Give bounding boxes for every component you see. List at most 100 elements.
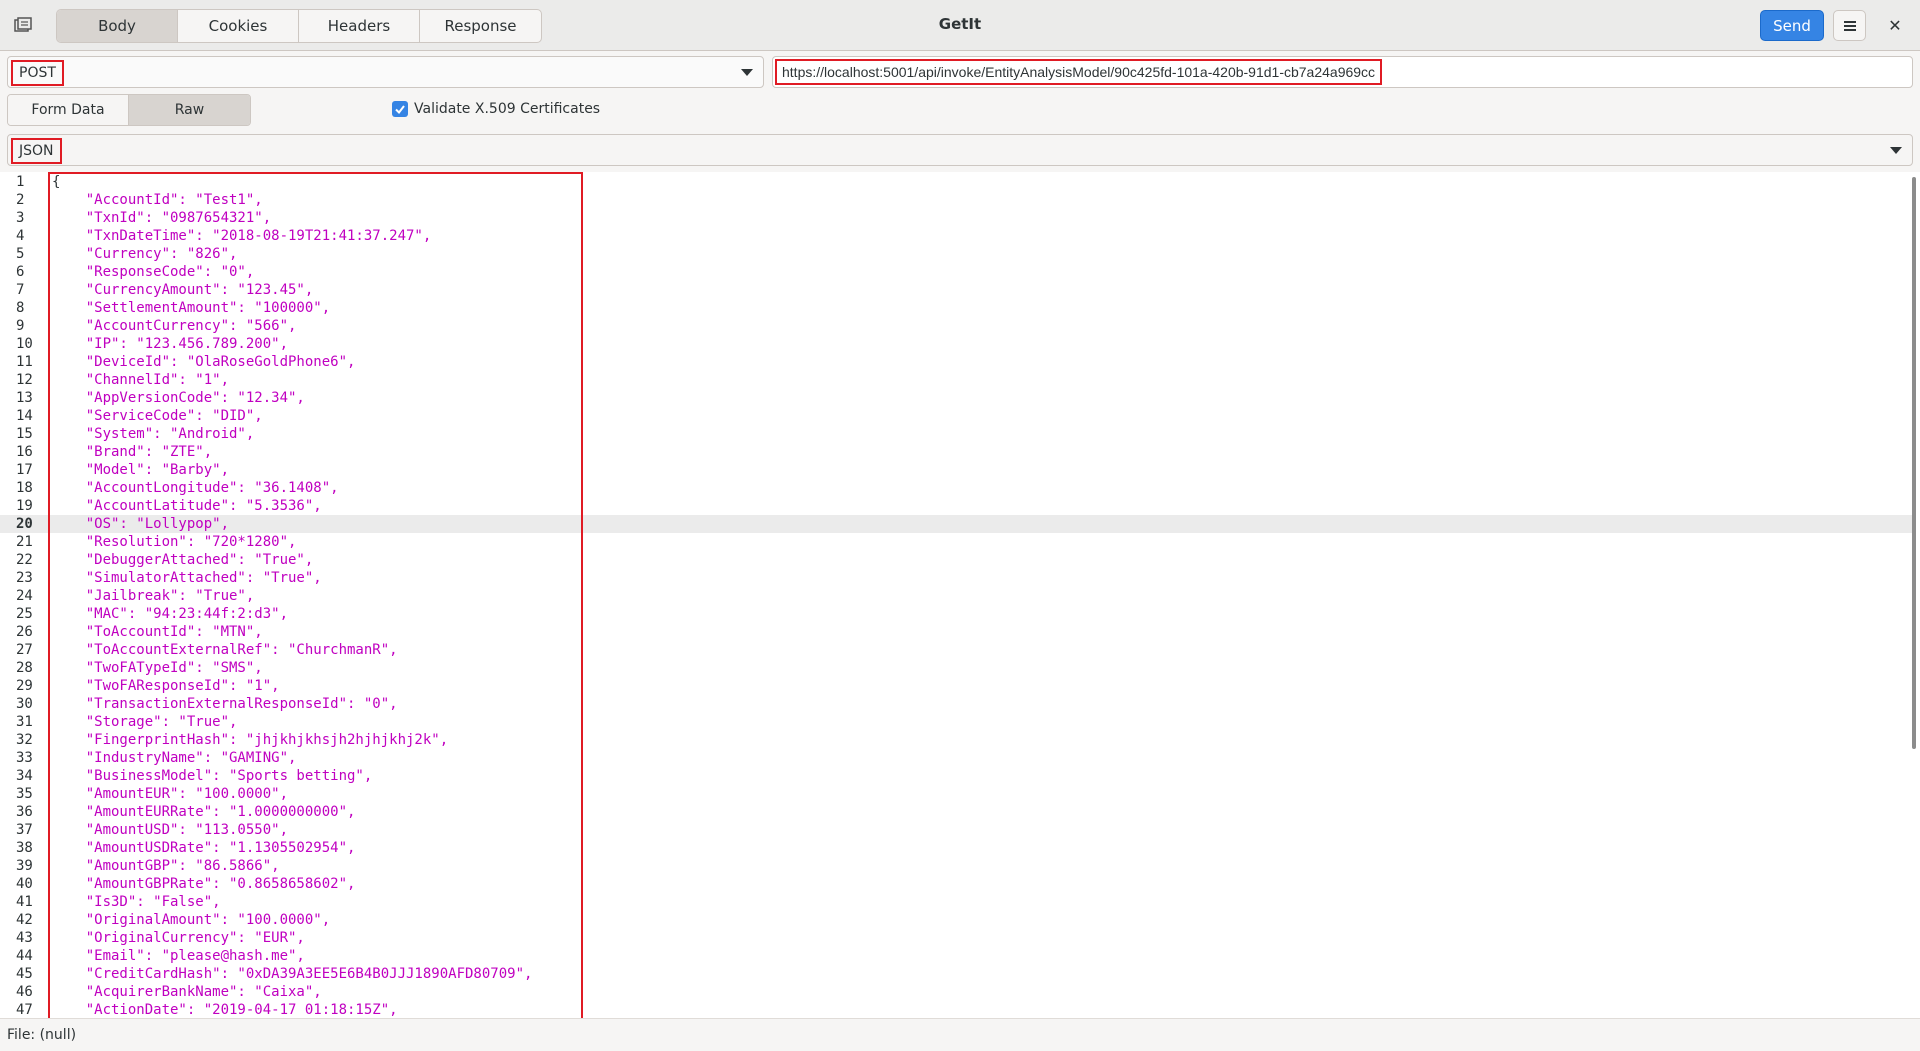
code-text: "ToAccountExternalRef": "ChurchmanR", [52,642,398,658]
editor-line: 18 "AccountLongitude": "36.1408", [0,479,1912,497]
editor-line: 14 "ServiceCode": "DID", [0,407,1912,425]
line-number: 2 [16,192,25,208]
line-number: 6 [16,264,25,280]
code-text: "AmountGBPRate": "0.8658658602", [52,876,356,892]
line-number: 12 [16,372,33,388]
code-text: { [52,174,61,190]
tab-body[interactable]: Body [57,10,178,42]
tab-response[interactable]: Response [420,10,541,42]
line-number: 1 [16,174,25,190]
validate-label: Validate X.509 Certificates [414,101,601,117]
editor-line: 40 "AmountGBPRate": "0.8658658602", [0,875,1912,893]
editor-line: 29 "TwoFAResponseId": "1", [0,677,1912,695]
code-text: "Brand": "ZTE", [52,444,213,460]
editor-line: 34 "BusinessModel": "Sports betting", [0,767,1912,785]
code-text: "AccountId": "Test1", [52,192,263,208]
method-value: POST [11,60,64,86]
tab-headers[interactable]: Headers [299,10,420,42]
editor-line: 25 "MAC": "94:23:44f:2:d3", [0,605,1912,623]
line-number: 34 [16,768,33,784]
code-text: "MAC": "94:23:44f:2:d3", [52,606,289,622]
line-number: 13 [16,390,33,406]
line-number: 47 [16,1002,33,1018]
code-text: "TxnDateTime": "2018-08-19T21:41:37.247"… [52,228,432,244]
format-value: JSON [11,138,62,164]
line-number: 25 [16,606,33,622]
line-number: 31 [16,714,33,730]
send-button[interactable]: Send [1760,10,1824,41]
line-number: 46 [16,984,33,1000]
editor-line: 35 "AmountEUR": "100.0000", [0,785,1912,803]
editor-scrollbar[interactable] [1912,177,1916,749]
editor-line: 26 "ToAccountId": "MTN", [0,623,1912,641]
format-dropdown[interactable]: JSON [7,134,1913,166]
code-text: "OS": "Lollypop", [52,516,230,532]
code-text: "ChannelId": "1", [52,372,230,388]
code-text: "System": "Android", [52,426,255,442]
editor-line: 1{ [0,173,1912,191]
editor-line: 2 "AccountId": "Test1", [0,191,1912,209]
body-type-tabs: Form Data Raw [7,94,251,126]
editor-line: 6 "ResponseCode": "0", [0,263,1912,281]
editor-line: 12 "ChannelId": "1", [0,371,1912,389]
code-text: "AccountCurrency": "566", [52,318,297,334]
code-editor[interactable]: 1{2 "AccountId": "Test1", 3 "TxnId": "098… [0,172,1920,1018]
url-value: https://localhost:5001/api/invoke/Entity… [775,59,1383,85]
code-text: "ServiceCode": "DID", [52,408,263,424]
editor-line: 5 "Currency": "826", [0,245,1912,263]
line-number: 29 [16,678,33,694]
code-text: "SimulatorAttached": "True", [52,570,322,586]
line-number: 4 [16,228,25,244]
editor-line: 13 "AppVersionCode": "12.34", [0,389,1912,407]
line-number: 22 [16,552,33,568]
line-number: 10 [16,336,33,352]
line-number: 17 [16,462,33,478]
line-number: 24 [16,588,33,604]
code-text: "CreditCardHash": "0xDA39A3EE5E6B4B0JJJ1… [52,966,533,982]
line-number: 11 [16,354,33,370]
tab-form-data[interactable]: Form Data [8,95,129,125]
editor-line: 22 "DebuggerAttached": "True", [0,551,1912,569]
code-text: "ResponseCode": "0", [52,264,255,280]
editor-line: 8 "SettlementAmount": "100000", [0,299,1912,317]
editor-line: 44 "Email": "please@hash.me", [0,947,1912,965]
line-number: 36 [16,804,33,820]
line-number: 21 [16,534,33,550]
code-text: "TwoFAResponseId": "1", [52,678,280,694]
line-number: 15 [16,426,33,442]
method-dropdown[interactable]: POST [7,56,764,88]
validate-certificates[interactable]: Validate X.509 Certificates [392,101,600,117]
menu-button[interactable] [1833,10,1866,41]
code-text: "Model": "Barby", [52,462,230,478]
line-number: 20 [16,516,33,532]
editor-lines: 1{2 "AccountId": "Test1", 3 "TxnId": "098… [0,173,1912,1018]
editor-line: 3 "TxnId": "0987654321", [0,209,1912,227]
header-bar: Body Cookies Headers Response GetIt Send… [0,0,1920,51]
status-text: File: (null) [7,1027,77,1043]
code-text: "AppVersionCode": "12.34", [52,390,305,406]
line-number: 5 [16,246,25,262]
line-number: 35 [16,786,33,802]
code-text: "Jailbreak": "True", [52,588,255,604]
code-text: "Currency": "826", [52,246,238,262]
close-button[interactable]: ✕ [1880,10,1910,41]
code-text: "BusinessModel": "Sports betting", [52,768,373,784]
line-number: 26 [16,624,33,640]
code-text: "IndustryName": "GAMING", [52,750,297,766]
chevron-down-icon [1890,147,1902,154]
tab-cookies[interactable]: Cookies [178,10,299,42]
chevron-down-icon [741,69,753,76]
editor-line: 16 "Brand": "ZTE", [0,443,1912,461]
hamburger-menu-icon [1843,20,1856,31]
editor-line: 23 "SimulatorAttached": "True", [0,569,1912,587]
line-number: 32 [16,732,33,748]
line-number: 44 [16,948,33,964]
line-number: 42 [16,912,33,928]
line-number: 33 [16,750,33,766]
tab-raw[interactable]: Raw [129,95,250,125]
validate-checkbox[interactable] [392,101,408,117]
url-input[interactable]: https://localhost:5001/api/invoke/Entity… [772,56,1913,88]
editor-line: 42 "OriginalAmount": "100.0000", [0,911,1912,929]
code-text: "AmountUSD": "113.0550", [52,822,289,838]
code-text: "AccountLatitude": "5.3536", [52,498,322,514]
